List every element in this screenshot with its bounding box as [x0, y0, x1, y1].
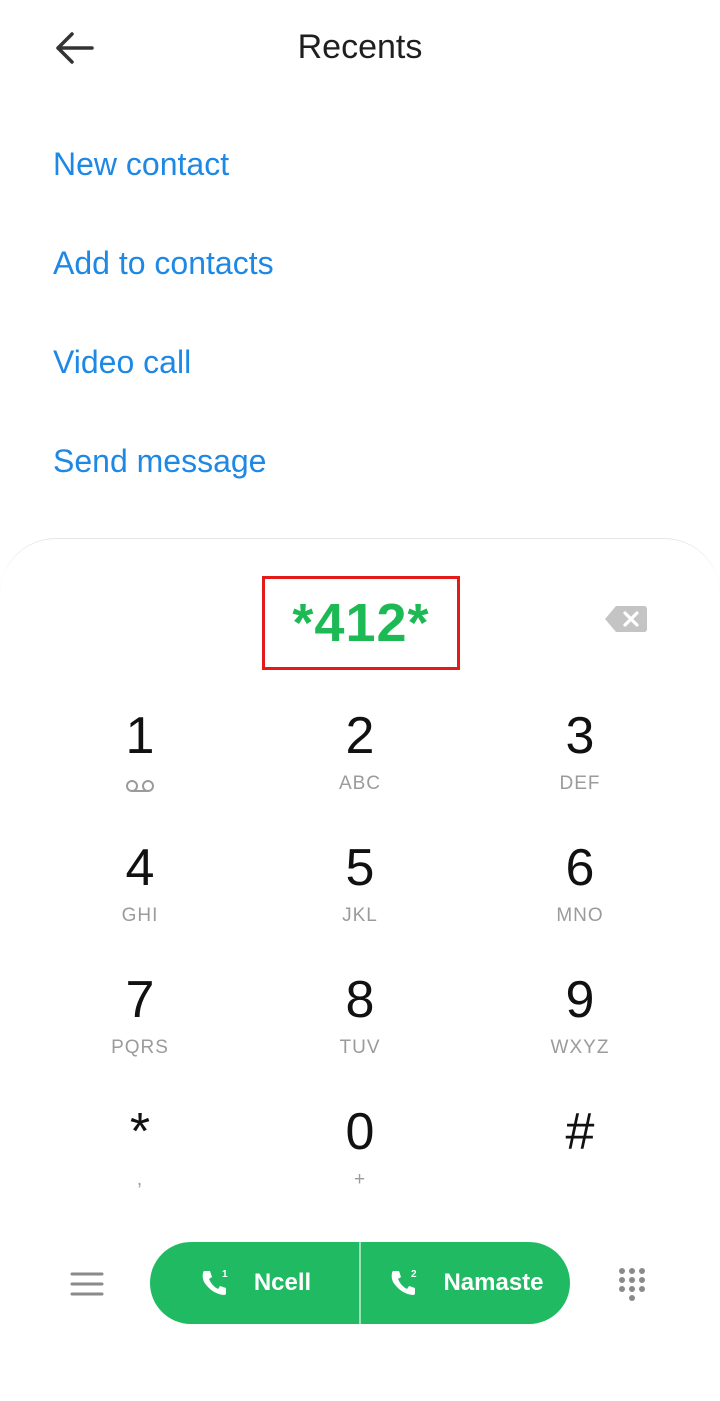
key-4[interactable]: 4 GHI [30, 837, 250, 957]
key-digit: 7 [125, 971, 155, 1029]
key-9[interactable]: 9 WXYZ [470, 969, 690, 1089]
key-digit: 2 [345, 707, 375, 765]
voicemail-icon [126, 780, 154, 792]
key-7[interactable]: 7 PQRS [30, 969, 250, 1089]
key-hash[interactable]: # [470, 1101, 690, 1221]
call-bar: 1 Ncell 2 Namaste [150, 1242, 570, 1324]
call-sim2-button[interactable]: 2 Namaste [359, 1242, 570, 1324]
key-8[interactable]: 8 TUV [250, 969, 470, 1089]
options-menu: New contact Add to contacts Video call S… [0, 120, 720, 516]
delete-button[interactable] [604, 604, 648, 634]
key-3[interactable]: 3 DEF [470, 705, 690, 825]
dialed-number: *412* [292, 593, 430, 653]
hamburger-menu-icon [70, 1272, 104, 1296]
page-title: Recents [297, 28, 423, 66]
phone-sim1-icon: 1 [202, 1269, 228, 1295]
dialed-number-field[interactable]: *412* [262, 576, 460, 670]
dialpad-toggle-button[interactable] [612, 1264, 652, 1304]
key-letters: JKL [342, 905, 378, 926]
key-digit: 6 [565, 839, 595, 897]
key-digit: * [129, 1103, 151, 1161]
key-digit: # [565, 1103, 595, 1161]
svg-text:2: 2 [411, 1269, 417, 1280]
new-contact-option[interactable]: New contact [0, 120, 720, 219]
key-letters: ABC [338, 773, 382, 794]
dialpad-icon [619, 1268, 645, 1301]
add-to-contacts-option[interactable]: Add to contacts [0, 219, 720, 318]
key-digit: 1 [125, 707, 155, 765]
menu-button[interactable] [68, 1268, 106, 1300]
key-letters: DEF [559, 773, 601, 794]
call-sim1-button[interactable]: 1 Ncell [150, 1242, 359, 1324]
key-letters: , [136, 1169, 144, 1190]
bottom-bar: 1 Ncell 2 Namaste [0, 1242, 720, 1326]
key-digit: 3 [565, 707, 595, 765]
video-call-option[interactable]: Video call [0, 318, 720, 417]
key-letters: WXYZ [550, 1037, 610, 1058]
svg-text:1: 1 [222, 1269, 228, 1280]
sim1-label: Ncell [253, 1269, 312, 1296]
key-letters: GHI [121, 905, 159, 926]
key-5[interactable]: 5 JKL [250, 837, 470, 957]
key-digit: 5 [345, 839, 375, 897]
key-6[interactable]: 6 MNO [470, 837, 690, 957]
key-0[interactable]: 0 + [250, 1101, 470, 1221]
key-letters: + [353, 1169, 367, 1190]
sim2-label: Namaste [443, 1269, 544, 1296]
key-digit: 9 [565, 971, 595, 1029]
header: Recents [0, 0, 720, 100]
backspace-icon [605, 606, 647, 632]
key-2[interactable]: 2 ABC [250, 705, 470, 825]
key-letters: TUV [339, 1037, 381, 1058]
key-digit: 0 [345, 1103, 375, 1161]
key-digit: 4 [125, 839, 155, 897]
phone-sim2-icon: 2 [392, 1269, 417, 1295]
key-star[interactable]: * , [30, 1101, 250, 1221]
key-1[interactable]: 1 [30, 705, 250, 825]
key-digit: 8 [345, 971, 375, 1029]
send-message-option[interactable]: Send message [0, 417, 720, 516]
key-letters: PQRS [111, 1037, 169, 1058]
key-letters: MNO [556, 905, 604, 926]
